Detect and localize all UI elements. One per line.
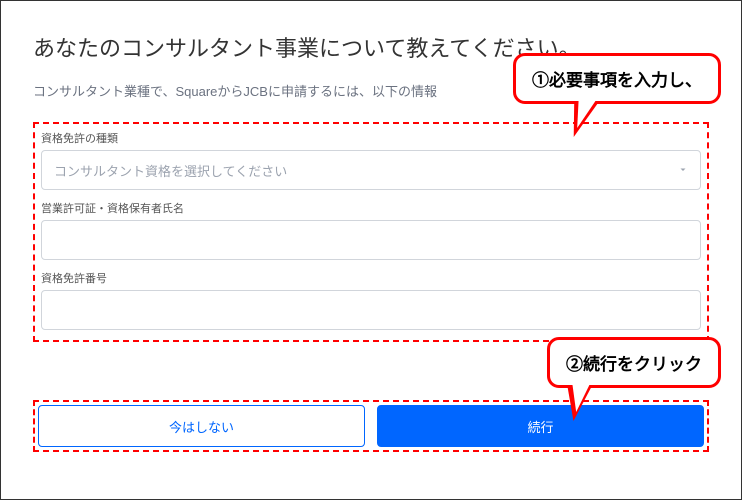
- form-highlight-area: 資格免許の種類 コンサルタント資格を選択してください 営業許可証・資格保有者氏名…: [33, 122, 709, 342]
- license-number-label: 資格免許番号: [41, 270, 701, 286]
- button-row-highlight: 今はしない 続行: [33, 400, 709, 452]
- license-type-select[interactable]: コンサルタント資格を選択してください: [41, 150, 701, 190]
- holder-name-label: 営業許可証・資格保有者氏名: [41, 200, 701, 216]
- annotation-callout-1: ①必要事項を入力し、: [513, 53, 721, 104]
- continue-button[interactable]: 続行: [377, 405, 704, 447]
- field-holder-name: 営業許可証・資格保有者氏名: [41, 200, 701, 260]
- skip-button[interactable]: 今はしない: [38, 405, 365, 447]
- license-number-input[interactable]: [41, 290, 701, 330]
- field-license-number: 資格免許番号: [41, 270, 701, 330]
- license-type-label: 資格免許の種類: [41, 130, 701, 146]
- field-license-type: 資格免許の種類 コンサルタント資格を選択してください: [41, 130, 701, 190]
- chevron-down-icon: [678, 165, 688, 175]
- license-type-placeholder: コンサルタント資格を選択してください: [54, 161, 287, 180]
- holder-name-input[interactable]: [41, 220, 701, 260]
